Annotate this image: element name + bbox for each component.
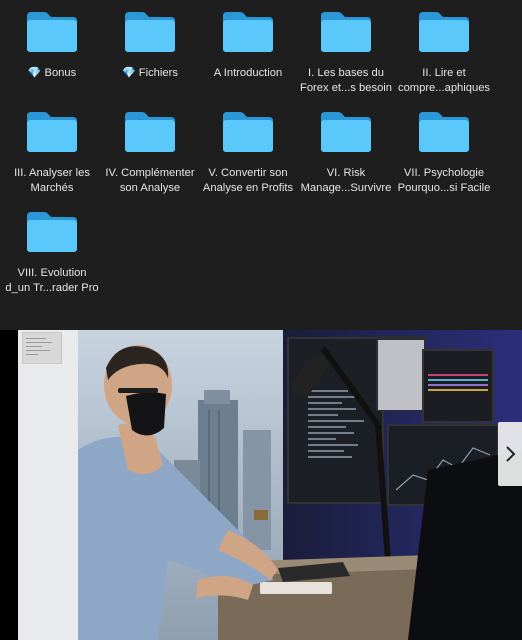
folder-complementer-analyse[interactable]: IV. Complémenter son Analyse (98, 108, 202, 195)
folder-label: 💎 Fichiers (122, 67, 178, 79)
folder-icon (125, 112, 175, 152)
next-button[interactable] (498, 422, 522, 486)
folder-label: 💎 Bonus (27, 67, 77, 79)
folder-bases-forex[interactable]: I. Les bases du Forex et...s besoin (294, 8, 398, 95)
finder-window: 💎 Bonus 💎 Fichiers A Introduction I. Les b… (0, 0, 522, 330)
media-viewer (0, 330, 522, 640)
folder-label: VIII. Evolution d_un Tr...rader Pro (5, 267, 99, 294)
folder-label: VI. Risk Manage...Survivre (300, 167, 392, 194)
folder-icon (223, 12, 273, 52)
folder-label: VII. Psychologie Pourquo...si Facile (397, 167, 491, 194)
thumbnail-sidebar (18, 330, 78, 640)
folder-psychologie[interactable]: VII. Psychologie Pourquo...si Facile (392, 108, 496, 195)
folder-icon (27, 112, 77, 152)
folder-icon (223, 112, 273, 152)
folder-label: II. Lire et compre...aphiques (397, 67, 491, 94)
folder-label: III. Analyser les Marchés (14, 167, 90, 194)
gem-icon: 💎 (27, 67, 42, 79)
folder-icon (27, 12, 77, 52)
folder-icon (321, 12, 371, 52)
folder-label: IV. Complémenter son Analyse (105, 167, 195, 194)
folder-lire-graphiques[interactable]: II. Lire et compre...aphiques (392, 8, 496, 95)
folder-icon (419, 12, 469, 52)
folder-label: A Introduction (213, 67, 283, 79)
folder-introduction[interactable]: A Introduction (196, 8, 300, 81)
folder-fichiers[interactable]: 💎 Fichiers (98, 8, 202, 81)
folder-icon (419, 112, 469, 152)
folder-evolution-trader[interactable]: VIII. Evolution d_un Tr...rader Pro (0, 208, 104, 295)
folder-icon (125, 12, 175, 52)
page-thumbnail[interactable] (22, 332, 62, 364)
folder-bonus[interactable]: 💎 Bonus (0, 8, 104, 81)
video-frame-image (78, 330, 522, 640)
chevron-right-icon (506, 446, 516, 462)
folder-icon (321, 112, 371, 152)
folder-icon (27, 212, 77, 252)
folder-label: I. Les bases du Forex et...s besoin (299, 67, 393, 94)
folder-convertir-analyse[interactable]: V. Convertir son Analyse en Profits (196, 108, 300, 195)
gem-icon: 💎 (122, 67, 136, 79)
folder-analyser-marches[interactable]: III. Analyser les Marchés (0, 108, 104, 195)
folder-risk-management[interactable]: VI. Risk Manage...Survivre (294, 108, 398, 195)
folder-label: V. Convertir son Analyse en Profits (202, 167, 294, 194)
